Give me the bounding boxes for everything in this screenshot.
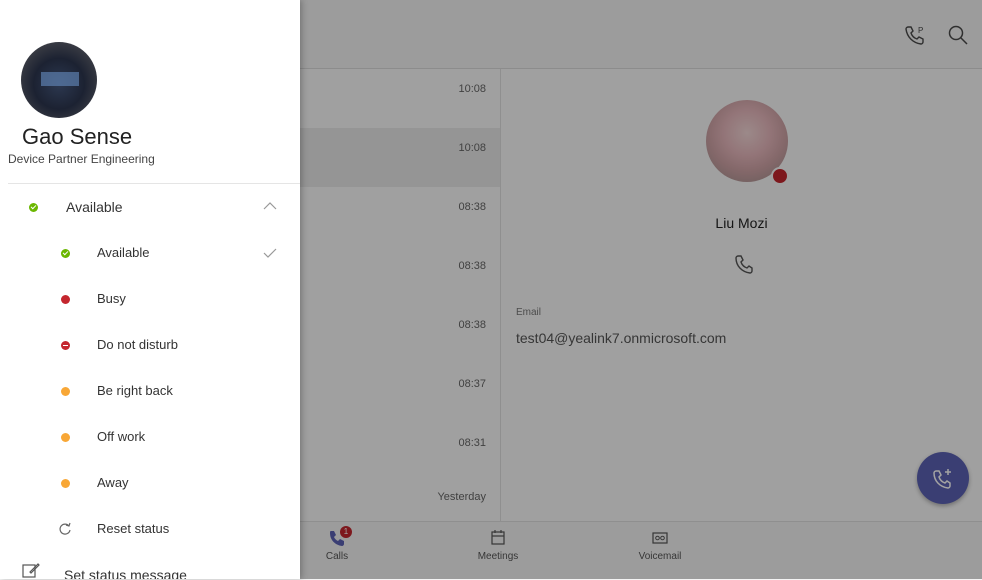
status-option-away[interactable]: Away bbox=[0, 467, 300, 499]
status-option-label: Do not disturb bbox=[97, 337, 178, 352]
status-option-label: Away bbox=[97, 475, 129, 490]
edit-message-icon bbox=[22, 563, 40, 578]
available-dot-icon bbox=[61, 249, 70, 258]
offwork-dot-icon bbox=[61, 433, 70, 442]
busy-dot-icon bbox=[61, 295, 70, 304]
user-name: Gao Sense bbox=[22, 124, 133, 149]
status-option-label: Available bbox=[97, 245, 150, 260]
profile-drawer: Gao Sense Device Partner Engineering Ava… bbox=[0, 0, 300, 579]
status-option-label: Off work bbox=[97, 429, 146, 444]
user-avatar[interactable] bbox=[21, 42, 97, 118]
current-status-dropdown[interactable]: Available bbox=[0, 191, 300, 223]
chevron-up-icon bbox=[263, 202, 277, 210]
set-status-message-button[interactable]: Set status message bbox=[0, 560, 300, 579]
current-status-label: Available bbox=[66, 199, 123, 215]
brb-dot-icon bbox=[61, 387, 70, 396]
status-option-label: Reset status bbox=[97, 521, 170, 536]
reset-icon bbox=[59, 522, 71, 535]
checkmark-icon bbox=[263, 248, 277, 258]
status-option-off-work[interactable]: Off work bbox=[0, 421, 300, 453]
status-option-do-not-disturb[interactable]: Do not disturb bbox=[0, 329, 300, 361]
user-organization: Device Partner Engineering bbox=[8, 152, 155, 166]
status-option-reset[interactable]: Reset status bbox=[0, 513, 300, 545]
status-option-available[interactable]: Available bbox=[0, 237, 300, 269]
status-option-be-right-back[interactable]: Be right back bbox=[0, 375, 300, 407]
dnd-dot-icon bbox=[61, 341, 70, 350]
available-dot-icon bbox=[29, 203, 38, 212]
status-option-label: Be right back bbox=[97, 383, 173, 398]
set-status-message-label: Set status message bbox=[64, 567, 187, 579]
away-dot-icon bbox=[61, 479, 70, 488]
divider bbox=[8, 183, 300, 184]
status-option-label: Busy bbox=[97, 291, 126, 306]
status-option-busy[interactable]: Busy bbox=[0, 283, 300, 315]
